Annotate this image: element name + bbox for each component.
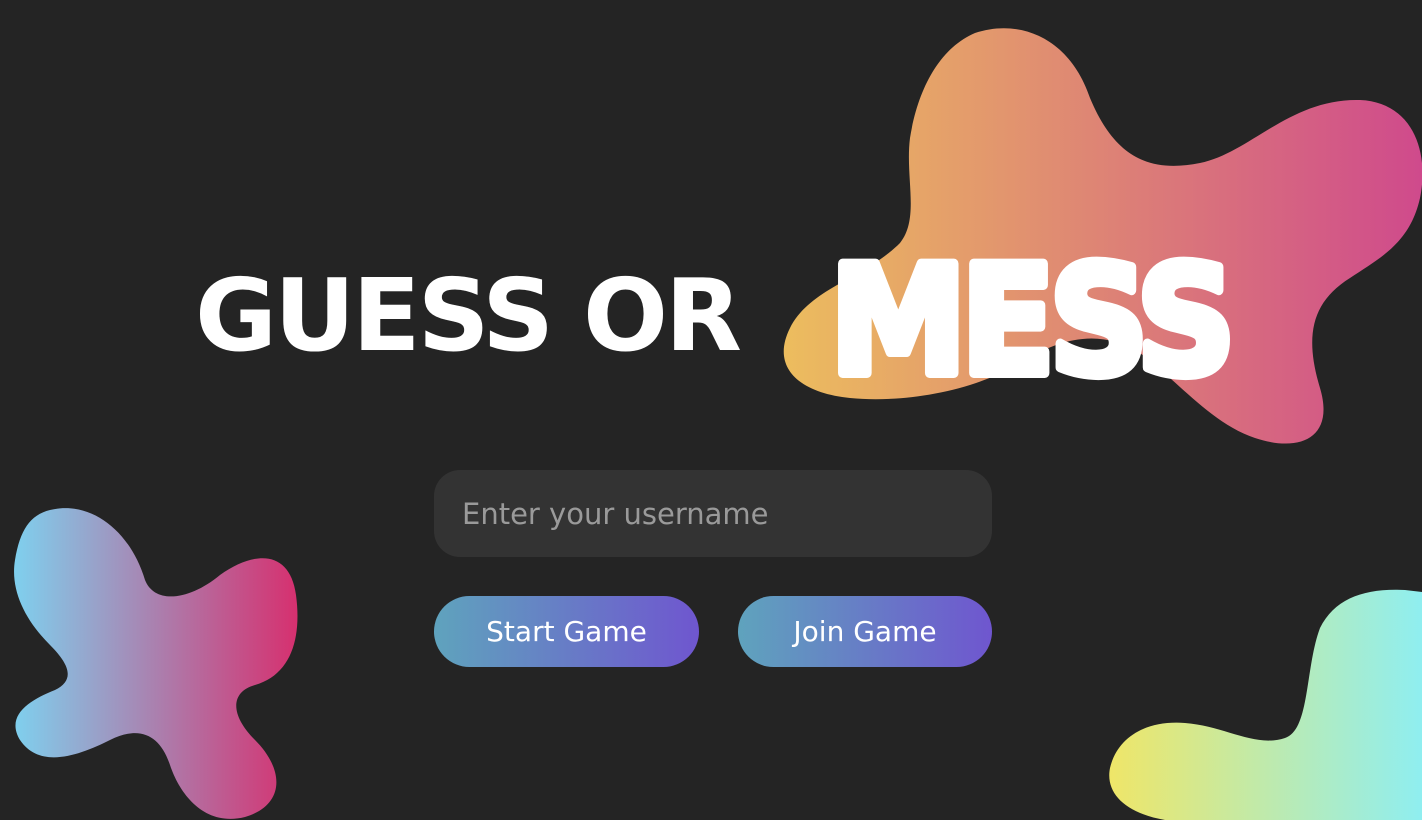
start-game-button[interactable]: Start Game — [434, 596, 699, 667]
join-game-button[interactable]: Join Game — [738, 596, 992, 667]
decorative-blob-bottom-left — [14, 508, 298, 819]
landing-page: GUESS OR MESS Start Game Join Game — [0, 0, 1422, 820]
page-title: GUESS OR — [195, 246, 742, 386]
decorative-blob-bottom-right — [1109, 589, 1422, 820]
title-accent-text: MESS — [830, 235, 1230, 390]
title-accent-word: MESS — [830, 225, 1240, 390]
username-input[interactable] — [434, 470, 992, 557]
title-text: GUESS OR — [195, 257, 742, 374]
